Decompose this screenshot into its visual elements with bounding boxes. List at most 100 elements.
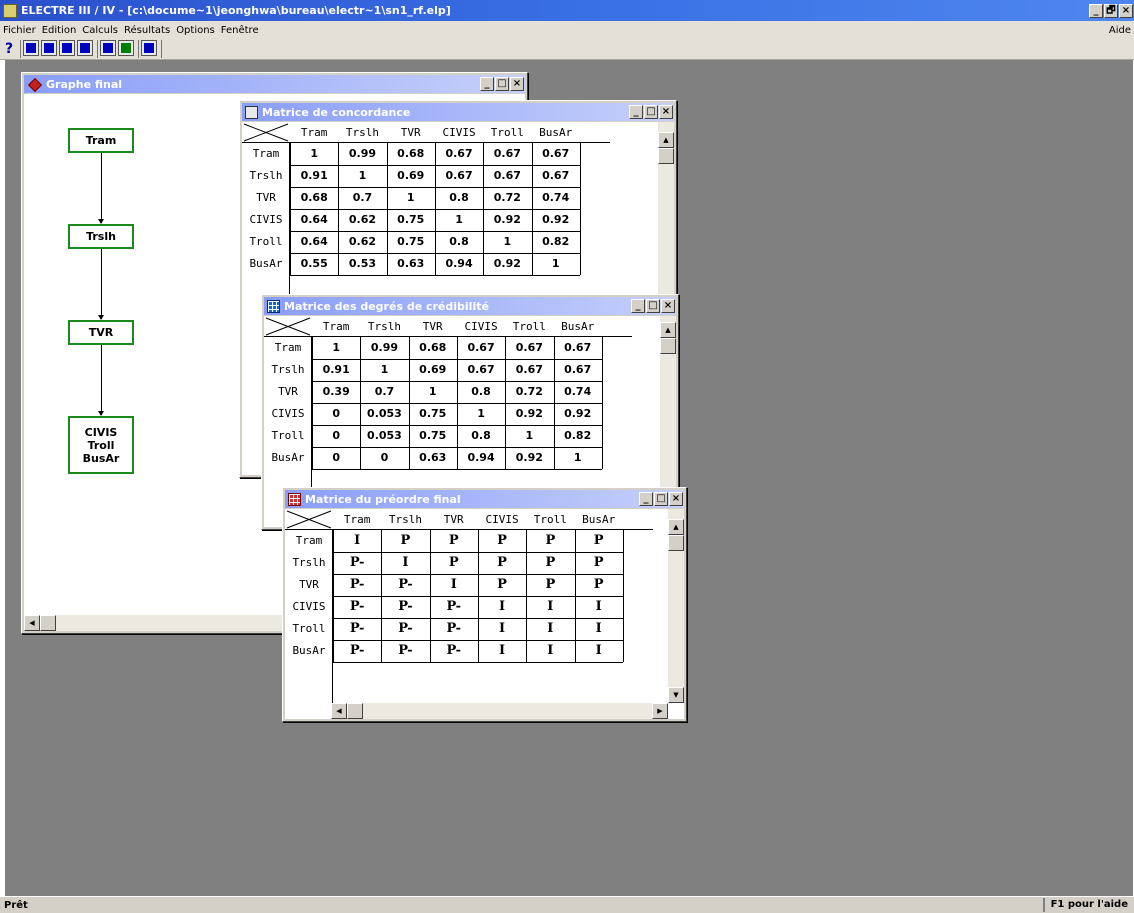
matrix-cell: 0.67 <box>515 341 543 354</box>
matrix-cell: 0.72 <box>493 191 521 204</box>
grid-icon <box>267 299 280 313</box>
menu-edition[interactable]: Edition <box>39 25 80 36</box>
matrix-row-header: BusAr <box>292 644 326 657</box>
graph-node[interactable]: Tram <box>68 128 134 153</box>
scroll-up-button[interactable]: ▲ <box>660 322 676 338</box>
toolbar-separator <box>161 40 162 58</box>
graph-window-title: Graphe final <box>46 77 123 91</box>
graph-node[interactable]: TVR <box>68 320 134 345</box>
matrix-row-header: CIVIS <box>249 213 283 226</box>
status-bar: Prêt F1 pour l'aide <box>0 896 1134 913</box>
matrix-grid-line <box>580 143 581 275</box>
menu-fichier[interactable]: Fichier <box>0 25 39 36</box>
graph-node[interactable]: CIVIS Troll BusAr <box>68 416 134 474</box>
matrix-cell: 0.91 <box>300 169 328 182</box>
close-button[interactable]: × <box>1119 3 1133 18</box>
matrix-cell: 0.68 <box>300 191 328 204</box>
app-titlebar[interactable]: ELECTRE III / IV - [c:\docume~1\jeonghwa… <box>0 0 1134 21</box>
scroll-thumb[interactable] <box>347 703 363 719</box>
matrix-cell: 0.99 <box>348 147 377 160</box>
concordance-window-titlebar[interactable]: Matrice de concordance _ □ × <box>242 103 674 121</box>
minimize-button[interactable]: _ <box>629 105 643 119</box>
scroll-up-button[interactable]: ▲ <box>658 132 674 148</box>
restore-button[interactable]: 🗗 <box>1104 3 1118 18</box>
help-button[interactable]: ? <box>2 41 16 57</box>
close-button[interactable]: × <box>659 105 673 119</box>
matrix-cell: 0.82 <box>564 429 592 442</box>
matrix-cell: I <box>498 599 506 614</box>
menu-options[interactable]: Options <box>173 25 218 36</box>
matrix-cell: 0.8 <box>449 191 469 204</box>
matrix-cell: 0.92 <box>542 213 570 226</box>
menu-bar: Fichier Edition Calculs Résultats Option… <box>0 21 1134 39</box>
scroll-left-button[interactable]: ◀ <box>331 703 347 719</box>
matrix-cell: 0.53 <box>348 257 377 270</box>
preorder-vertical-scrollbar[interactable]: ▲ ▼ <box>668 509 684 703</box>
matrix-cell: 1 <box>380 363 389 376</box>
matrix-cell: P <box>593 533 604 548</box>
matrix-cell: 0.72 <box>515 385 543 398</box>
matrix-cell: 1 <box>455 213 463 226</box>
app-title: ELECTRE III / IV - [c:\docume~1\jeonghwa… <box>21 4 451 17</box>
matrix-cell: P- <box>349 599 365 614</box>
toolbar-button[interactable] <box>23 40 39 56</box>
matrix-column-header: CIVIS <box>464 320 498 333</box>
minimize-button[interactable]: _ <box>639 492 653 506</box>
scroll-down-button[interactable]: ▼ <box>668 687 684 703</box>
toolbar-button[interactable] <box>59 40 75 56</box>
maximize-button[interactable]: □ <box>646 299 660 313</box>
maximize-button[interactable]: □ <box>495 77 509 91</box>
credibility-window-titlebar[interactable]: Matrice des degrés de crédibilité _ □ × <box>264 297 676 315</box>
scroll-thumb[interactable] <box>658 148 674 164</box>
toolbar-button[interactable] <box>77 40 93 56</box>
toolbar-separator <box>20 40 21 58</box>
graph-node-label: Trslh <box>86 230 116 243</box>
close-button[interactable]: × <box>510 77 524 91</box>
scroll-right-button[interactable]: ▶ <box>652 703 668 719</box>
maximize-button[interactable]: □ <box>654 492 668 506</box>
menu-fenetre[interactable]: Fenêtre <box>218 25 262 36</box>
maximize-button[interactable]: □ <box>644 105 658 119</box>
matrix-cell: 0.67 <box>493 169 521 182</box>
matrix-cell: 0.82 <box>542 235 570 248</box>
matrix-cell: 0.75 <box>419 407 447 420</box>
close-button[interactable]: × <box>661 299 675 313</box>
close-button[interactable]: × <box>669 492 683 506</box>
scroll-left-button[interactable]: ◀ <box>24 615 40 631</box>
graph-window-controls: _ □ × <box>479 77 524 91</box>
matrix-row-header: TVR <box>299 578 319 591</box>
matrix-cell: 0 <box>332 407 340 420</box>
preorder-horizontal-scrollbar[interactable]: ◀ ▶ <box>331 703 668 719</box>
menu-aide[interactable]: Aide <box>1106 25 1134 36</box>
menu-calculs[interactable]: Calculs <box>79 25 121 36</box>
toolbar-button[interactable] <box>141 40 157 56</box>
matrix-cell: 1 <box>477 407 485 420</box>
matrix-row-header: Trslh <box>249 169 283 182</box>
scroll-up-button[interactable]: ▲ <box>668 519 684 535</box>
graph-icon <box>144 43 154 53</box>
matrix-cell: 0.67 <box>445 147 473 160</box>
matrix-cell: 1 <box>332 341 340 354</box>
minimize-button[interactable]: _ <box>631 299 645 313</box>
scroll-thumb[interactable] <box>668 535 684 551</box>
minimize-button[interactable]: _ <box>480 77 494 91</box>
graph-node[interactable]: Trslh <box>68 224 134 249</box>
menu-resultats[interactable]: Résultats <box>121 25 173 36</box>
preorder-window[interactable]: Matrice du préordre final _ □ × Tram Trsl… <box>282 487 687 722</box>
scroll-thumb[interactable] <box>40 615 56 631</box>
toolbar-button[interactable] <box>41 40 57 56</box>
matrix-corner <box>264 316 312 337</box>
matrix-cell: 1 <box>573 451 582 464</box>
matrix-cell: 0.7 <box>374 385 395 398</box>
toolbar-button[interactable] <box>100 40 116 56</box>
toolbar-button[interactable] <box>118 40 134 56</box>
matrix-cell: 0.74 <box>564 385 592 398</box>
matrix-cell: P <box>497 533 507 548</box>
scroll-thumb[interactable] <box>660 338 676 354</box>
preorder-window-titlebar[interactable]: Matrice du préordre final _ □ × <box>285 490 684 508</box>
minimize-button[interactable]: _ <box>1089 3 1103 18</box>
graph-window-titlebar[interactable]: Graphe final _ □ × <box>24 75 525 93</box>
matrix-cell: 0.67 <box>467 341 495 354</box>
graph-node-label: BusAr <box>82 451 120 465</box>
matrix-row-header: Trslh <box>292 556 326 569</box>
